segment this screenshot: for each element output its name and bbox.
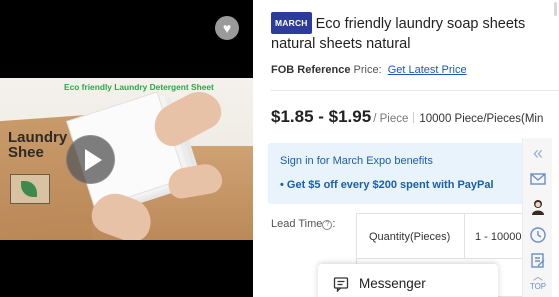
- quantity-header: Quantity(Pieces): [369, 231, 451, 243]
- price-range: $1.85 - $1.95: [271, 107, 372, 126]
- quantity-value: 1 - 10000: [475, 231, 522, 243]
- fob-reference: FOB Reference Price: Get Latest Price: [271, 64, 467, 76]
- product-video[interactable]: Eco friendly Laundry Detergent Sheet Lau…: [0, 0, 253, 297]
- messenger-label: Messenger: [359, 276, 426, 291]
- box-logo: [10, 174, 50, 204]
- chevron-up-icon: ︿: [533, 272, 543, 283]
- brand-badge: MARCH: [271, 12, 312, 34]
- expo-offer: • Get $5 off every $200 spent with PayPa…: [280, 179, 494, 191]
- expo-benefits-banner: Sign in for March Expo benefits • Get $5…: [268, 143, 540, 204]
- side-toolbar: « ︿ TOP: [522, 138, 552, 297]
- back-to-top-button[interactable]: ︿ TOP: [528, 272, 548, 294]
- lead-time-text: Lead Time: [271, 218, 323, 230]
- expo-signin-link[interactable]: Sign in for March Expo benefits: [280, 155, 433, 167]
- play-icon[interactable]: [66, 135, 115, 184]
- separator: [413, 112, 415, 123]
- heart-icon[interactable]: ♥: [215, 16, 239, 40]
- lead-time-label: Lead Time?:: [271, 218, 336, 230]
- price-row: $1.85 - $1.95/ Piece 10000 Piece/Pieces(M…: [271, 107, 543, 127]
- mail-icon[interactable]: [528, 170, 548, 190]
- fob-suffix: Price:: [350, 64, 382, 76]
- help-icon[interactable]: ?: [322, 220, 333, 230]
- divider: [271, 90, 559, 91]
- clock-icon[interactable]: [528, 226, 548, 246]
- person-icon[interactable]: [528, 198, 548, 218]
- chat-icon: [333, 276, 349, 293]
- product-title: MARCH Eco friendly laundry soap sheets na…: [271, 12, 559, 54]
- video-frame: Eco friendly Laundry Detergent Sheet Lau…: [0, 78, 253, 240]
- get-latest-price-link[interactable]: Get Latest Price: [388, 64, 467, 76]
- fob-label: FOB Reference: [271, 64, 351, 76]
- table-header-cell: Quantity(Pieces): [357, 214, 465, 259]
- video-caption: Eco friendly Laundry Detergent Sheet: [64, 82, 214, 92]
- min-order: 10000 Piece/Pieces(Min: [419, 113, 544, 125]
- top-label: TOP: [529, 282, 547, 291]
- messenger-button[interactable]: Messenger: [318, 264, 498, 297]
- collapse-icon[interactable]: «: [528, 144, 548, 164]
- note-icon[interactable]: [528, 252, 548, 272]
- scrollbar[interactable]: [554, 2, 557, 16]
- price-unit: / Piece: [373, 113, 409, 125]
